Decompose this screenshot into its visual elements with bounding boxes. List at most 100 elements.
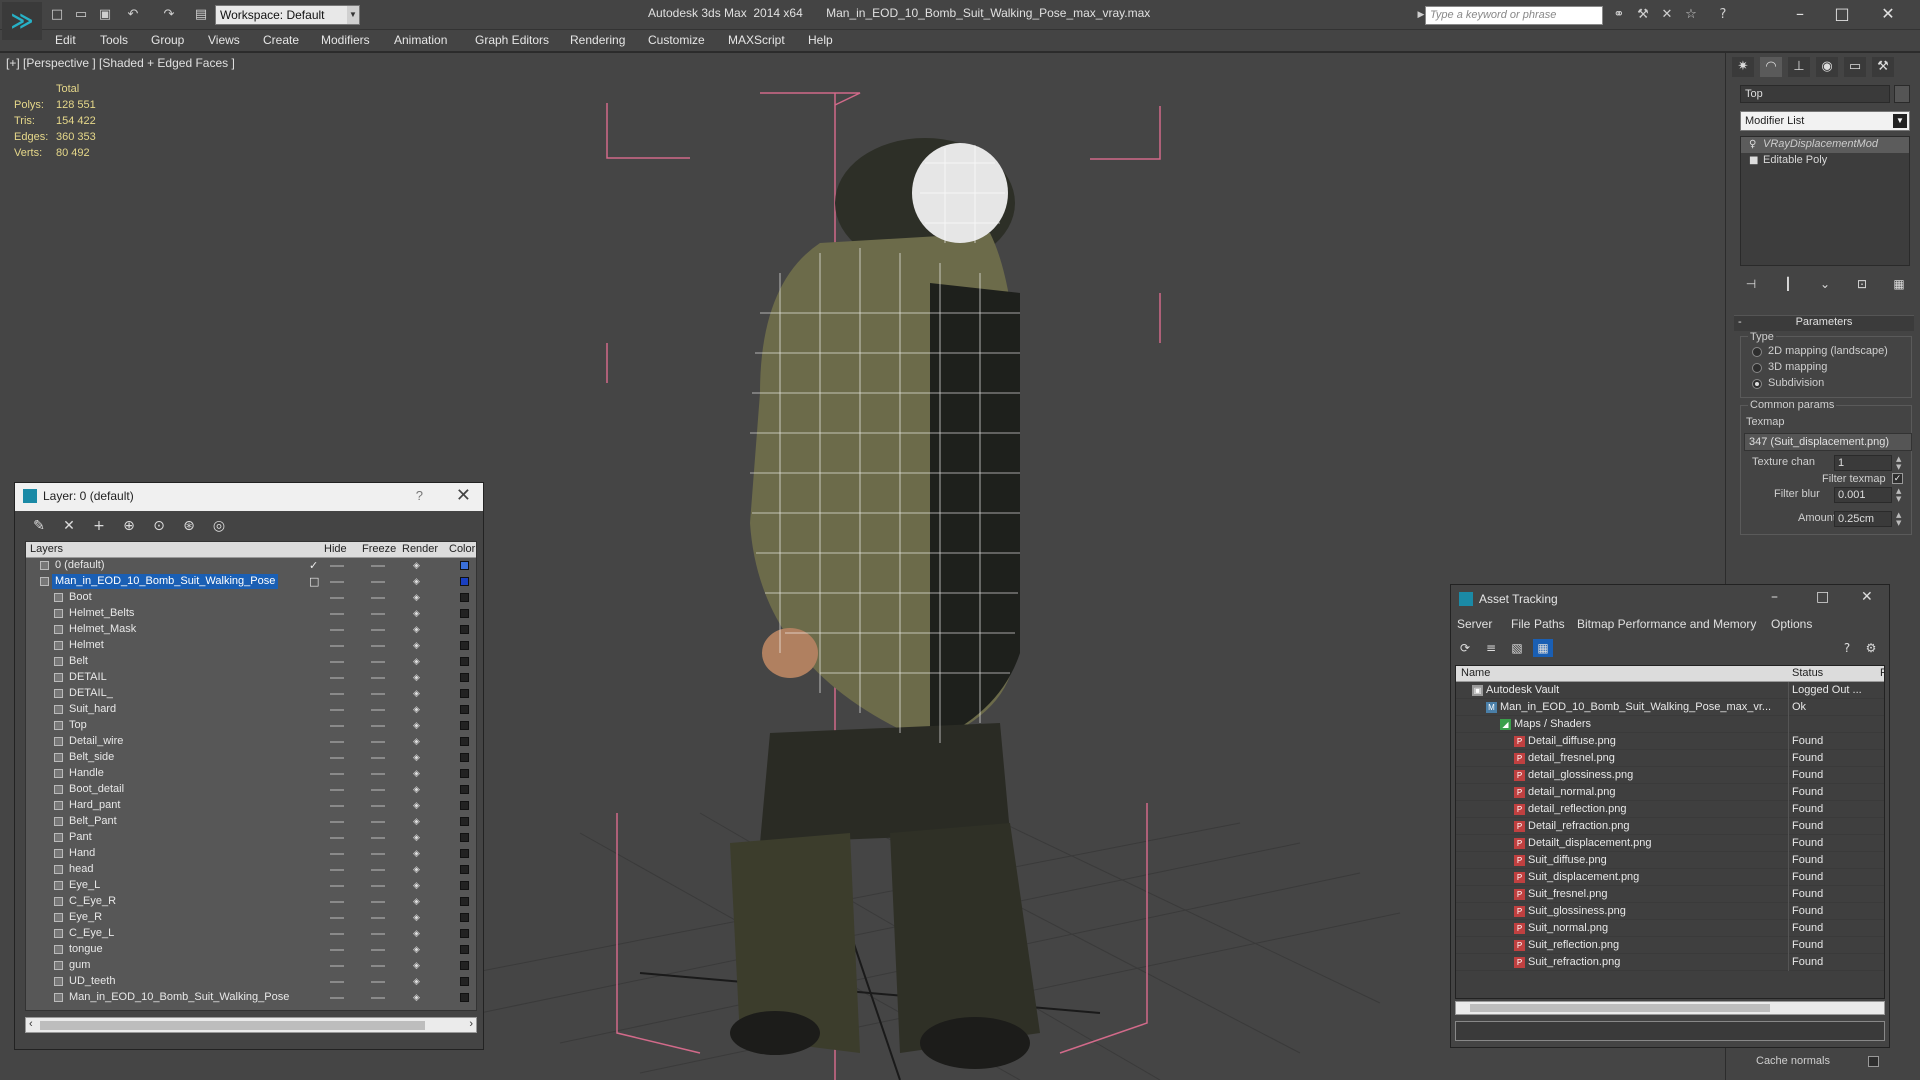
select-objects-icon[interactable]: ⊕ bbox=[119, 516, 139, 536]
freeze-toggle[interactable] bbox=[371, 869, 385, 871]
render-teapot-icon[interactable]: ◈ bbox=[413, 577, 423, 587]
freeze-toggle[interactable] bbox=[371, 613, 385, 615]
layer-row[interactable]: Handle ◈ bbox=[26, 766, 476, 782]
menu-tools[interactable]: Tools bbox=[100, 33, 128, 47]
layer-color-swatch[interactable] bbox=[460, 929, 469, 938]
col-freeze[interactable]: Freeze bbox=[362, 543, 396, 555]
asset-row[interactable]: P Detail_diffuse.png Found bbox=[1456, 733, 1884, 750]
layer-name[interactable]: Eye_R bbox=[66, 910, 105, 925]
hide-toggle[interactable] bbox=[330, 709, 344, 711]
layer-color-swatch[interactable] bbox=[460, 961, 469, 970]
layer-name[interactable]: Boot_detail bbox=[66, 782, 127, 797]
layer-name[interactable]: Hard_pant bbox=[66, 798, 123, 813]
show-end-result-icon[interactable]: ┃ bbox=[1777, 273, 1799, 295]
new-file-icon[interactable]: □ bbox=[48, 6, 66, 24]
layer-name[interactable]: Helmet_Belts bbox=[66, 606, 137, 621]
layer-name[interactable]: Handle bbox=[66, 766, 107, 781]
layer-row[interactable]: Belt ◈ bbox=[26, 654, 476, 670]
col-p[interactable]: P bbox=[1880, 667, 1884, 679]
cache-normals-checkbox[interactable] bbox=[1868, 1056, 1879, 1067]
stack-item-vraydisplacement[interactable]: ♀ VRayDisplacementMod bbox=[1741, 137, 1909, 153]
layer-row[interactable]: tongue ◈ bbox=[26, 942, 476, 958]
layer-color-swatch[interactable] bbox=[460, 577, 469, 586]
hide-toggle[interactable] bbox=[330, 613, 344, 615]
col-status[interactable]: Status bbox=[1792, 667, 1823, 679]
asset-row[interactable]: ▣ Autodesk Vault Logged Out ... bbox=[1456, 682, 1884, 699]
menu-maxscript[interactable]: MAXScript bbox=[728, 33, 785, 47]
layer-color-swatch[interactable] bbox=[460, 657, 469, 666]
layer-name[interactable]: 0 (default) bbox=[52, 558, 108, 573]
col-render[interactable]: Render bbox=[402, 543, 438, 555]
layer-row[interactable]: Helmet_Belts ◈ bbox=[26, 606, 476, 622]
menu-edit[interactable]: Edit bbox=[55, 33, 76, 47]
layer-row[interactable]: DETAIL_ ◈ bbox=[26, 686, 476, 702]
make-unique-icon[interactable]: ⌄ bbox=[1814, 273, 1836, 295]
freeze-toggle[interactable] bbox=[371, 853, 385, 855]
layer-name[interactable]: Helmet_Mask bbox=[66, 622, 139, 637]
layer-color-swatch[interactable] bbox=[460, 673, 469, 682]
close-icon[interactable]: ✕ bbox=[1861, 589, 1873, 605]
radio-subdivision[interactable] bbox=[1752, 379, 1762, 389]
render-teapot-icon[interactable]: ◈ bbox=[413, 657, 423, 667]
render-teapot-icon[interactable]: ◈ bbox=[413, 625, 423, 635]
maximize-button[interactable]: □ bbox=[1816, 589, 1829, 605]
stack-item-editable-poly[interactable]: ■ Editable Poly bbox=[1741, 153, 1909, 169]
freeze-toggle[interactable] bbox=[371, 917, 385, 919]
redo-icon[interactable]: ↷ bbox=[160, 6, 178, 24]
layer-row[interactable]: Top ◈ bbox=[26, 718, 476, 734]
refresh-icon[interactable]: ⟳ bbox=[1455, 639, 1475, 657]
render-teapot-icon[interactable]: ◈ bbox=[413, 945, 423, 955]
menu-graph-editors[interactable]: Graph Editors bbox=[475, 33, 549, 47]
layer-name[interactable]: Belt_Pant bbox=[66, 814, 120, 829]
scroll-left-icon[interactable]: ‹ bbox=[29, 1018, 33, 1030]
render-teapot-icon[interactable]: ◈ bbox=[413, 561, 423, 571]
freeze-toggle[interactable] bbox=[371, 661, 385, 663]
add-to-layer-icon[interactable]: + bbox=[89, 516, 109, 536]
viewport-label[interactable]: [+] [Perspective ] [Shaded + Edged Faces… bbox=[6, 56, 235, 70]
freeze-toggle[interactable] bbox=[371, 949, 385, 951]
menu-group[interactable]: Group bbox=[151, 33, 184, 47]
render-teapot-icon[interactable]: ◈ bbox=[413, 897, 423, 907]
hide-toggle[interactable] bbox=[330, 901, 344, 903]
motion-tab-icon[interactable]: ◉ bbox=[1816, 57, 1838, 77]
layer-name[interactable]: Belt bbox=[66, 654, 91, 669]
asset-row[interactable]: Pdetail_glossiness.png Found bbox=[1456, 767, 1884, 784]
hide-toggle[interactable] bbox=[330, 949, 344, 951]
layer-row[interactable]: head ◈ bbox=[26, 862, 476, 878]
hide-all-layers-icon[interactable]: ◎ bbox=[209, 516, 229, 536]
amount-spinner[interactable]: 0.25cm bbox=[1834, 511, 1892, 527]
asset-row[interactable]: P Suit_normal.png Found bbox=[1456, 920, 1884, 937]
close-button[interactable]: ✕ bbox=[1868, 3, 1908, 27]
menu-modifiers[interactable]: Modifiers bbox=[321, 33, 370, 47]
freeze-toggle[interactable] bbox=[371, 725, 385, 727]
freeze-toggle[interactable] bbox=[371, 805, 385, 807]
layer-name[interactable]: DETAIL_ bbox=[66, 686, 116, 701]
menu-views[interactable]: Views bbox=[208, 33, 240, 47]
hide-toggle[interactable] bbox=[330, 981, 344, 983]
asset-row[interactable]: M Man_in_EOD_10_Bomb_Suit_Walking_Pose_ma… bbox=[1456, 699, 1884, 716]
hide-toggle[interactable] bbox=[330, 933, 344, 935]
remove-modifier-icon[interactable]: ⊡ bbox=[1851, 273, 1873, 295]
hierarchy-tab-icon[interactable]: ⊥ bbox=[1788, 57, 1810, 77]
layer-row[interactable]: UD_teeth ◈ bbox=[26, 974, 476, 990]
layer-row[interactable]: Belt_side ◈ bbox=[26, 750, 476, 766]
search-input[interactable]: Type a keyword or phrase bbox=[1425, 6, 1603, 25]
freeze-toggle[interactable] bbox=[371, 581, 385, 583]
spinner-arrows-icon[interactable]: ▲ ▼ bbox=[1896, 455, 1904, 471]
layer-name[interactable]: Hand bbox=[66, 846, 98, 861]
list-view-icon[interactable]: ≡ bbox=[1481, 639, 1501, 657]
freeze-toggle[interactable] bbox=[371, 629, 385, 631]
asset-menu-file[interactable]: File bbox=[1511, 617, 1530, 631]
layer-color-swatch[interactable] bbox=[460, 913, 469, 922]
layer-color-swatch[interactable] bbox=[460, 753, 469, 762]
hide-toggle[interactable] bbox=[330, 965, 344, 967]
freeze-toggle[interactable] bbox=[371, 773, 385, 775]
freeze-toggle[interactable] bbox=[371, 885, 385, 887]
col-layers[interactable]: Layers bbox=[30, 543, 63, 555]
asset-row[interactable]: P Suit_refraction.png Found bbox=[1456, 954, 1884, 971]
render-teapot-icon[interactable]: ◈ bbox=[413, 929, 423, 939]
render-teapot-icon[interactable]: ◈ bbox=[413, 721, 423, 731]
highlight-layer-icon[interactable]: ⊛ bbox=[179, 516, 199, 536]
filter-texmap-checkbox[interactable]: ✓ bbox=[1892, 473, 1903, 484]
help-icon[interactable]: ? bbox=[1714, 6, 1732, 24]
